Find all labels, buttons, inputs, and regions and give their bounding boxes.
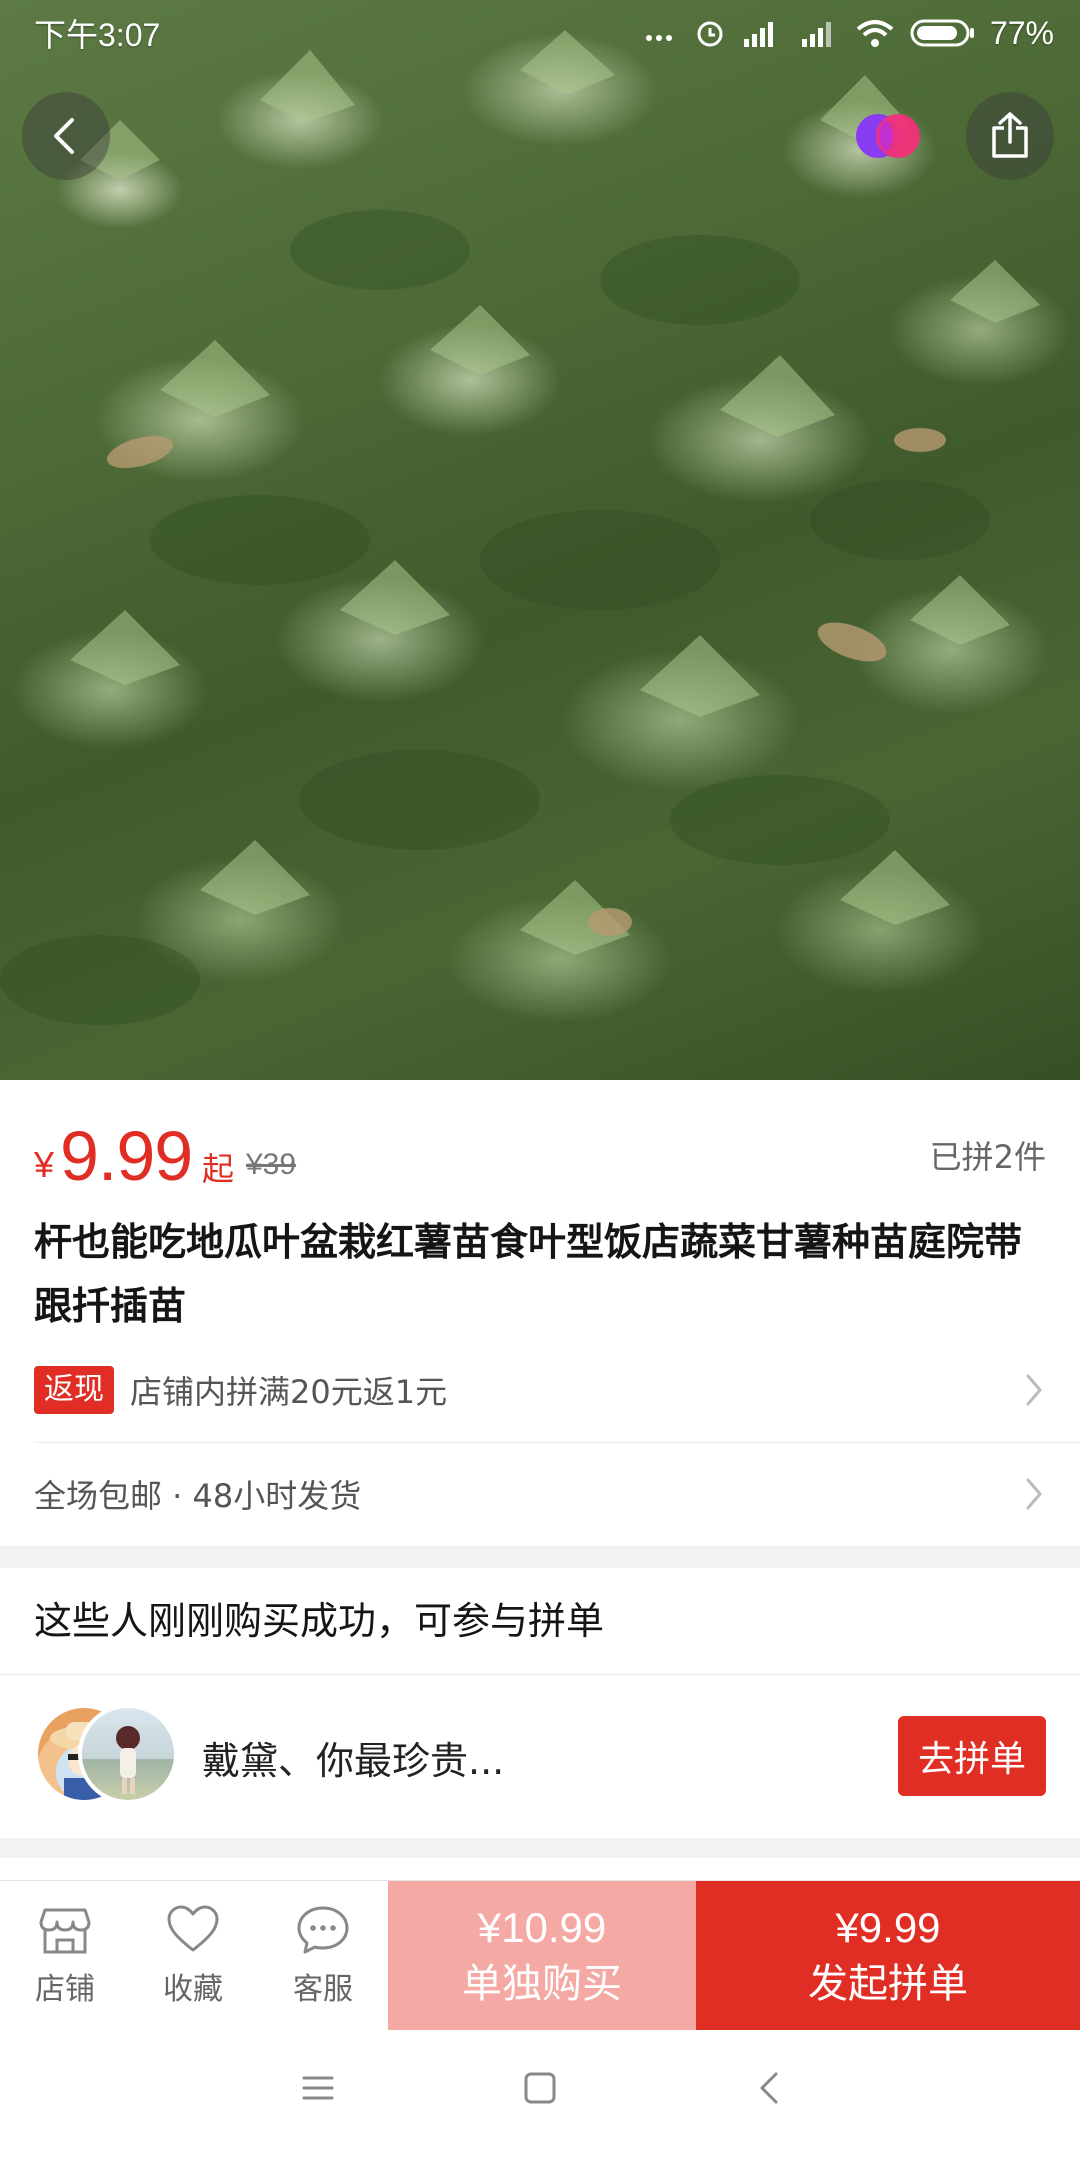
system-nav-bar [0, 2030, 1080, 2160]
pinduoduo-logo-icon[interactable] [852, 106, 924, 166]
original-price: ¥39 [246, 1148, 297, 1181]
battery-icon [910, 19, 974, 47]
shipping-text: 全场包邮 · 48小时发货 [34, 1477, 362, 1515]
group-members: 戴黛、你最珍贵... [202, 1739, 505, 1783]
cashback-badge: 返现 [34, 1366, 114, 1414]
section-gap [0, 1546, 1080, 1568]
avatar [78, 1704, 178, 1804]
shop-button[interactable]: 店铺 [0, 1881, 130, 2031]
status-time: 下午3:07 [34, 17, 161, 53]
shipping-row[interactable]: 全场包邮 · 48小时发货 [34, 1466, 1046, 1522]
signal-hd-icon [743, 22, 773, 47]
heart-icon [167, 1905, 219, 1952]
join-group-button[interactable]: 去拼单 [898, 1716, 1046, 1796]
single-price: ¥10.99 [477, 1904, 607, 1951]
more-dots-icon [645, 35, 672, 41]
shop-label: 店铺 [35, 1972, 95, 2007]
group-buy-price: ¥9.99 [835, 1904, 941, 1951]
group-buy-header: 这些人刚刚购买成功，可参与拼单 [34, 1599, 605, 1643]
bottom-action-bar: 店铺 收藏 客服 ¥10.99 单独购买 ¥9.99 发起拼单 [0, 1880, 1080, 2031]
promo-row[interactable]: 返现 店铺内拼满20元返1元 [34, 1362, 1046, 1418]
buy-alone-button[interactable]: ¥10.99 单独购买 [388, 1881, 696, 2031]
price-row: ¥ 9.99 起 ¥39 已拼2件 [34, 1112, 1046, 1195]
back-button[interactable] [22, 92, 110, 180]
currency-symbol: ¥ [34, 1144, 55, 1185]
start-group-button[interactable]: ¥9.99 发起拼单 [696, 1881, 1080, 2031]
menu-icon[interactable] [300, 2070, 336, 2106]
single-label: 单独购买 [462, 1961, 622, 2007]
service-label: 客服 [293, 1972, 353, 2007]
group-price: 9.99 [60, 1117, 193, 1195]
store-icon [39, 1908, 91, 1954]
alarm-icon [697, 21, 723, 47]
chevron-right-icon [1026, 1374, 1042, 1406]
chevron-right-icon [1026, 1478, 1042, 1510]
share-icon [992, 112, 1028, 158]
share-button[interactable] [966, 92, 1054, 180]
price-suffix: 起 [202, 1150, 235, 1188]
divider [0, 1674, 1080, 1675]
promo-text: 店铺内拼满20元返1元 [130, 1373, 448, 1411]
status-icons: 77% [644, 15, 1054, 52]
avatar-photo-icon [116, 1726, 140, 1794]
chevron-left-icon [54, 118, 74, 154]
section-gap [0, 1838, 1080, 1858]
group-buy-label: 发起拼单 [808, 1961, 968, 2007]
favorite-button[interactable]: 收藏 [128, 1881, 258, 2031]
battery-percent: 77% [989, 14, 1054, 51]
home-icon[interactable] [522, 2070, 558, 2106]
group-buy-row: 戴黛、你最珍贵... 去拼单 [34, 1704, 1046, 1808]
divider [34, 1442, 1080, 1443]
product-title: 杆也能吃地瓜叶盆栽红薯苗食叶型饭店蔬菜甘薯种苗庭院带跟扦插苗 [34, 1220, 1023, 1328]
sold-count: 已拼2件 [929, 1138, 1046, 1176]
favorite-label: 收藏 [163, 1972, 223, 2007]
signal-hd2-icon [801, 22, 831, 47]
wifi-icon [856, 20, 894, 47]
customer-service-button[interactable]: 客服 [258, 1881, 388, 2031]
back-nav-icon[interactable] [752, 2070, 788, 2106]
chat-bubble-icon [297, 1906, 349, 1954]
status-bar: 下午3:07 77% [0, 0, 1080, 66]
